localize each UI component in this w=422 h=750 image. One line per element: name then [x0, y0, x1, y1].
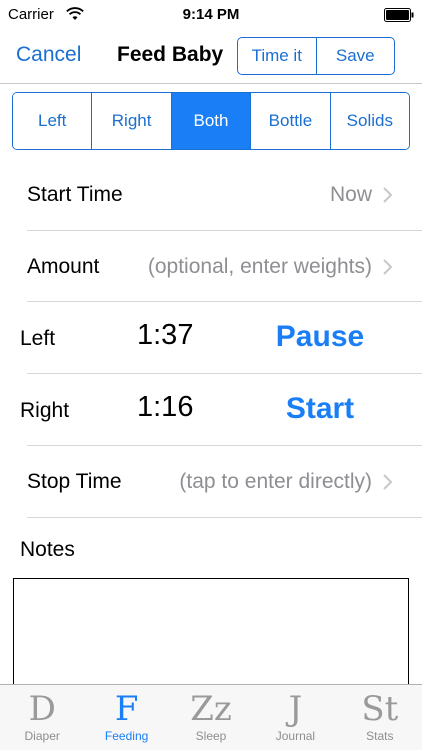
tab-label: Diaper	[24, 729, 60, 743]
left-timer-row: Left 1:37 Pause	[0, 302, 422, 374]
feeding-type-solids[interactable]: Solids	[329, 93, 409, 149]
cancel-button[interactable]: Cancel	[16, 43, 81, 67]
tab-journal[interactable]: J Journal	[253, 685, 337, 750]
page-title: Feed Baby	[117, 43, 224, 66]
left-timer-label: Left	[20, 327, 56, 350]
feeding-type-both[interactable]: Both	[170, 93, 251, 149]
tab-label: Feeding	[104, 729, 149, 743]
stats-icon: St	[361, 689, 399, 729]
feeding-icon: F	[114, 689, 139, 729]
feeding-type-right[interactable]: Right	[91, 93, 171, 149]
nav-action-group: Time it Save	[237, 37, 395, 75]
tab-stats[interactable]: St Stats	[338, 685, 422, 750]
diaper-icon: D	[28, 689, 56, 729]
feeding-type-left[interactable]: Left	[13, 93, 92, 149]
chevron-right-icon	[383, 474, 393, 490]
left-pause-button[interactable]: Pause	[240, 320, 400, 354]
battery-icon	[384, 8, 414, 22]
stop-time-value: (tap to enter directly)	[179, 470, 372, 493]
start-time-label: Start Time	[27, 183, 123, 206]
chevron-right-icon	[383, 259, 393, 275]
stop-time-label: Stop Time	[27, 470, 122, 493]
save-button[interactable]: Save	[315, 38, 395, 74]
tab-label: Stats	[366, 729, 394, 743]
time-it-button[interactable]: Time it	[238, 38, 316, 74]
right-timer-label: Right	[20, 399, 70, 422]
notes-input[interactable]	[13, 578, 409, 698]
nav-divider	[0, 83, 422, 84]
tab-label: Sleep	[195, 729, 227, 743]
stop-time-row[interactable]: Stop Time (tap to enter directly)	[0, 446, 422, 518]
tab-sleep[interactable]: Zz Sleep	[169, 685, 253, 750]
status-time: 9:14 PM	[182, 6, 240, 23]
amount-value: (optional, enter weights)	[147, 255, 372, 278]
row-divider	[27, 517, 422, 518]
right-start-button[interactable]: Start	[240, 392, 400, 426]
start-time-row[interactable]: Start Time Now	[0, 159, 422, 231]
chevron-right-icon	[383, 187, 393, 203]
tab-bar: D Diaper F Feeding Zz Sleep J Journal St…	[0, 684, 422, 750]
status-bar: Carrier 9:14 PM	[0, 0, 422, 30]
tab-diaper[interactable]: D Diaper	[0, 685, 84, 750]
navigation-bar: Cancel Feed Baby Time it Save	[0, 30, 422, 82]
left-timer-value: 1:37	[137, 319, 194, 351]
sleep-icon: Zz	[190, 689, 232, 729]
tab-feeding[interactable]: F Feeding	[84, 685, 168, 750]
start-time-value: Now	[329, 183, 372, 206]
amount-row[interactable]: Amount (optional, enter weights)	[0, 231, 422, 303]
notes-label: Notes	[20, 538, 75, 561]
right-timer-value: 1:16	[137, 391, 194, 423]
amount-label: Amount	[27, 255, 100, 278]
journal-icon: J	[288, 689, 303, 729]
feeding-type-selector: Left Right Both Bottle Solids	[12, 92, 410, 150]
feeding-type-bottle[interactable]: Bottle	[250, 93, 330, 149]
right-timer-row: Right 1:16 Start	[0, 374, 422, 446]
tab-label: Journal	[275, 729, 316, 743]
